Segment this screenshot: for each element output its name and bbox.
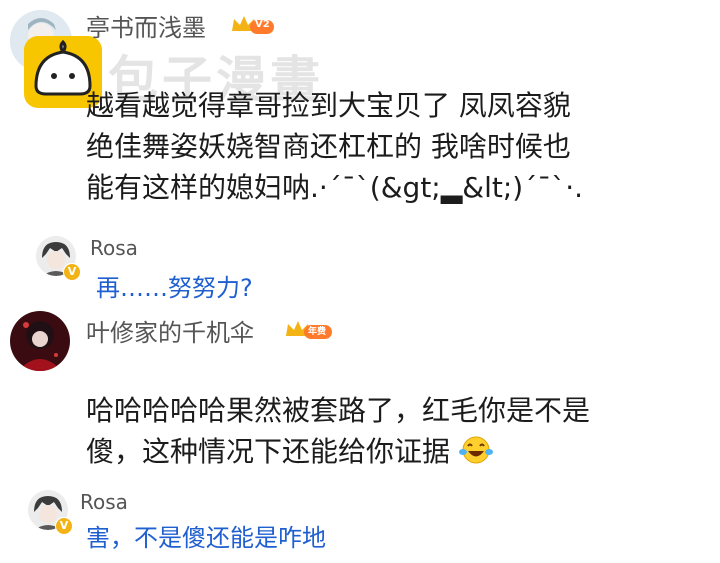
comment-body: 越看越觉得章哥捡到大宝贝了 凤凤容貌 绝佳舞姿妖娆智商还杠杠的 我啥时候也 能有… [86, 85, 686, 208]
laughing-with-tears-icon [458, 436, 493, 464]
vip-level-text: 年费 [308, 327, 327, 337]
comment-username[interactable]: 叶修家的千机伞 [86, 313, 254, 348]
verified-badge: V [55, 517, 73, 535]
vip-badge: 年费 [284, 318, 332, 340]
comment-line: 越看越觉得章哥捡到大宝贝了 凤凤容貌 [86, 89, 571, 122]
comment-line: 能有这样的媳妇呐.·´¯`(&gt;▂&lt;)´¯`·. [86, 171, 584, 204]
avatar-image [10, 311, 70, 371]
comment-line: 绝佳舞姿妖娆智商还杠杠的 我啥时候也 [86, 130, 571, 163]
reply-body: 再……努努力? [96, 274, 253, 302]
comment-username[interactable]: 亭书而浅墨 [86, 8, 206, 43]
reply-username[interactable]: Rosa [90, 236, 138, 260]
reply-username[interactable]: Rosa [80, 490, 128, 514]
comment-line: 傻，这种情况下还能给你证据 [86, 435, 451, 468]
reply-body: 害，不是傻还能是咋地 [86, 524, 326, 552]
avatar[interactable] [10, 311, 70, 371]
comment-line: 哈哈哈哈哈果然被套路了，红毛你是不是 [86, 394, 591, 427]
vip-badge: V2 [230, 13, 274, 35]
verified-badge: V [63, 263, 81, 281]
vip-level-text: V2 [255, 19, 270, 30]
comment-body: 哈哈哈哈哈果然被套路了，红毛你是不是 傻，这种情况下还能给你证据 [86, 390, 686, 472]
comment-line-with-emoji: 傻，这种情况下还能给你证据 [86, 431, 686, 472]
